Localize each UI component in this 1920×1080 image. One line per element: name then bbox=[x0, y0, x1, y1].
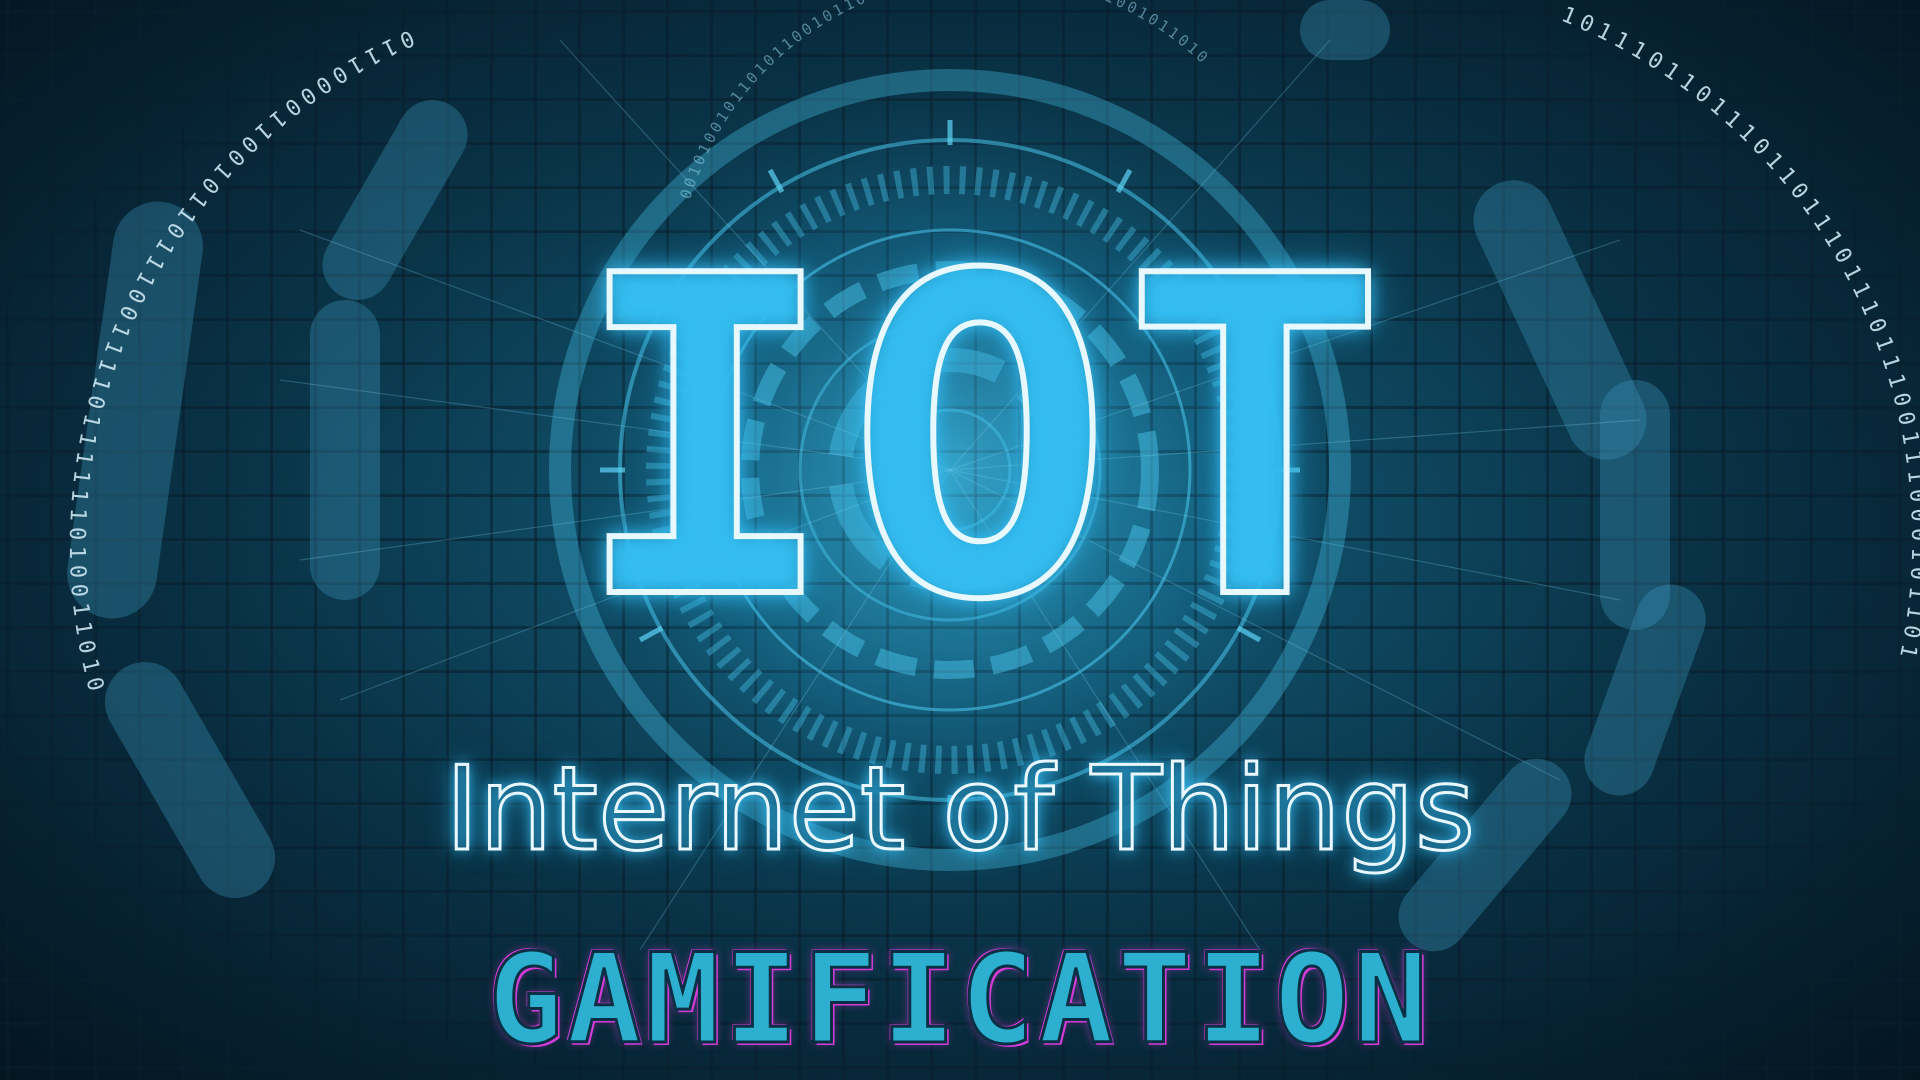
gamification-banner: GAMIFICATION bbox=[487, 928, 1432, 1072]
hero-image: 0111000011001011011100111101111110100110… bbox=[0, 0, 1920, 1080]
iot-logo-letters: IOT bbox=[570, 184, 1398, 696]
logo-subtitle: Internet of Things bbox=[443, 742, 1476, 877]
